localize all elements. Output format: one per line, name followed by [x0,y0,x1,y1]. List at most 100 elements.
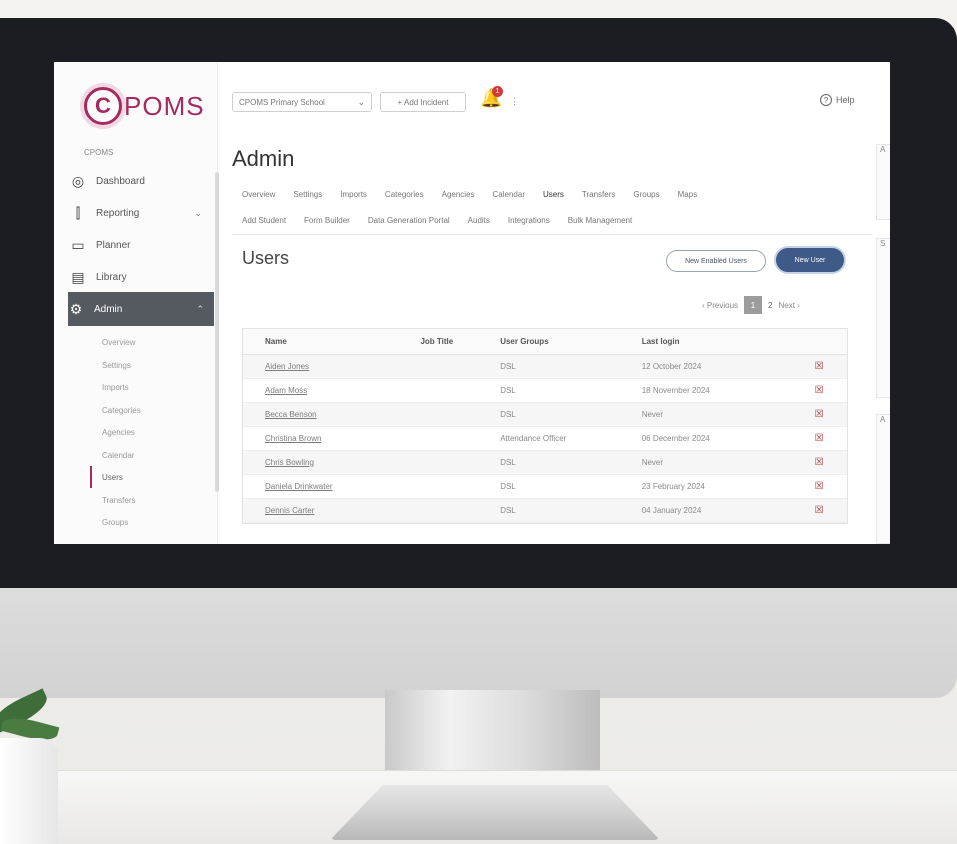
user-last-login: 18 November 2024 [641,386,710,395]
chevron-down-icon: ⌄ [194,207,202,218]
sidebar-subitem-imports[interactable]: Imports [102,383,129,392]
tab-categories[interactable]: Categories [385,190,424,199]
column-header-user-groups[interactable]: User Groups [500,337,642,346]
calendar-icon: ▭ [71,236,85,253]
chevron-down-icon[interactable]: ⋮ [510,96,519,107]
user-name-link[interactable]: Dennis Carter [243,506,420,515]
sidebar-subitem-groups[interactable]: Groups [102,518,128,527]
sidebar-item-label: Dashboard [96,175,145,187]
user-groups: DSL [500,410,516,419]
monitor-stand-base [330,785,660,840]
table-row: Christina Brown Attendance Officer 06 De… [243,427,847,451]
pagination-current-page[interactable]: 1 [744,296,763,314]
tab-bulk-management[interactable]: Bulk Management [568,216,632,225]
table-header: Name Job Title User Groups Last login [243,329,847,355]
tab-add-student[interactable]: Add Student [242,216,286,225]
sidebar-item-admin[interactable]: ⚙ Admin ⌃ [68,292,214,326]
user-last-login: 04 January 2024 [641,506,702,515]
user-groups: DSL [500,458,516,467]
chart-icon: ⫿ [75,204,81,221]
school-select[interactable]: CPOMS Primary School ⌄ [232,92,372,112]
user-name-link[interactable]: Adam Moss [243,386,420,395]
sidebar-subitem-categories[interactable]: Categories [102,406,141,415]
help-link[interactable]: ? Help [820,94,855,106]
delete-icon[interactable]: ☒ [791,409,847,420]
column-header-name[interactable]: Name [243,337,420,346]
delete-icon[interactable]: ☒ [791,361,847,372]
column-header-last-login[interactable]: Last login [642,337,791,346]
tab-overview[interactable]: Overview [242,190,275,199]
user-groups: DSL [500,506,516,515]
active-subitem-marker [90,466,92,488]
table-row: Dennis Carter DSL 04 January 2024 ☒ [243,499,847,523]
user-name-link[interactable]: Daniela Drinkwater [243,482,420,491]
pagination: ‹ Previous 1 2 Next › [702,296,800,314]
delete-icon[interactable]: ☒ [791,481,847,492]
user-name-link[interactable]: Becca Benson [243,410,420,419]
tab-integrations[interactable]: Integrations [508,216,550,225]
tab-calendar[interactable]: Calendar [493,190,525,199]
app-screen: C POMS CPOMS ◎ Dashboard ⫿ Reporting ⌄ ▭… [54,62,890,544]
user-last-login: 12 October 2024 [641,362,702,371]
sidebar-item-label: Reporting [96,207,140,219]
notification-badge: 1 [492,86,503,97]
pagination-previous[interactable]: ‹ Previous [702,301,738,310]
delete-icon[interactable]: ☒ [791,385,847,396]
logo-mark: C [84,87,122,125]
tab-settings[interactable]: Settings [293,190,322,199]
library-icon: ▤ [71,268,85,285]
pagination-next[interactable]: Next › [778,301,799,310]
chevron-up-icon: ⌃ [196,303,204,314]
school-select-value: CPOMS Primary School [239,97,325,107]
tab-form-builder[interactable]: Form Builder [304,216,350,225]
user-name-link[interactable]: Chris Bowling [243,458,420,467]
tab-imports[interactable]: Imports [340,190,367,199]
sidebar-subitem-settings[interactable]: Settings [102,361,131,370]
table-row: Chris Bowling DSL Never ☒ [243,451,847,475]
logo-text: POMS [124,90,205,121]
sidebar-item-label: Planner [96,239,131,251]
table-body: Aiden Jones DSL 12 October 2024 ☒ Adam M… [243,355,847,523]
sidebar-item-library[interactable]: ▤ Library [70,262,212,292]
gear-icon: ⚙ [69,300,83,317]
delete-icon[interactable]: ☒ [791,457,847,468]
user-name-link[interactable]: Christina Brown [243,434,420,443]
sidebar-subitem-calendar[interactable]: Calendar [102,451,134,460]
user-last-login: Never [641,410,664,419]
delete-icon[interactable]: ☒ [791,433,847,444]
bulk-users-button[interactable]: New Enabled Users [666,250,766,272]
tab-users[interactable]: Users [543,190,564,199]
sidebar-scrollbar[interactable] [215,172,219,492]
tab-transfers[interactable]: Transfers [582,190,616,199]
users-table: Name Job Title User Groups Last login Ai… [242,328,848,524]
sidebar-subitem-users[interactable]: Users [102,473,123,482]
right-panel-card: A [876,414,890,544]
tabs-divider [232,234,872,235]
sidebar-subitem-transfers[interactable]: Transfers [102,496,136,505]
user-groups: DSL [500,362,516,371]
tab-groups[interactable]: Groups [633,190,659,199]
tab-audits[interactable]: Audits [468,216,490,225]
tab-maps[interactable]: Maps [678,190,698,199]
sidebar-item-planner[interactable]: ▭ Planner [70,230,212,260]
sidebar-item-reporting[interactable]: ⫿ Reporting ⌄ [70,198,212,228]
sidebar-item-label: Library [96,271,127,283]
sidebar-subitem-overview[interactable]: Overview [102,338,135,347]
section-title: Users [242,248,290,268]
right-panel-card: S [876,238,890,398]
tab-data-generation-portal[interactable]: Data Generation Portal [368,216,450,225]
column-header-job-title[interactable]: Job Title [420,337,500,346]
plant-pot [0,738,58,844]
new-user-button[interactable]: New User [776,248,844,272]
help-icon: ? [820,94,832,106]
user-name-link[interactable]: Aiden Jones [243,362,420,371]
tab-agencies[interactable]: Agencies [442,190,475,199]
cpoms-logo[interactable]: C POMS [84,84,214,128]
sidebar-item-dashboard[interactable]: ◎ Dashboard [70,166,212,196]
sidebar-school-label: CPOMS [84,148,114,157]
user-groups: Attendance Officer [500,434,567,443]
delete-icon[interactable]: ☒ [791,505,847,516]
sidebar-subitem-agencies[interactable]: Agencies [102,428,135,437]
add-incident-button[interactable]: + Add Incident [380,92,466,112]
pagination-page[interactable]: 2 [768,301,772,310]
